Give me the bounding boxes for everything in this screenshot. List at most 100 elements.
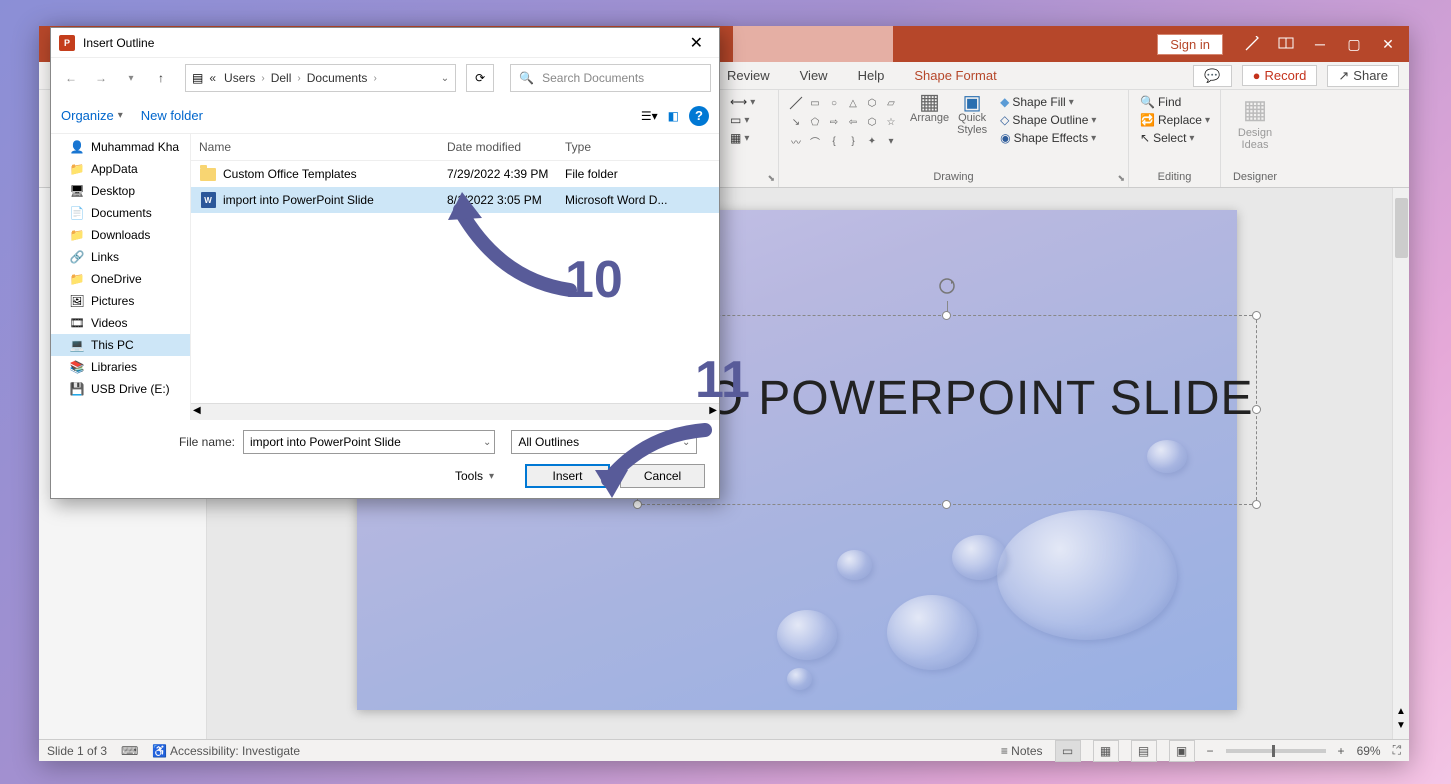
comments-button[interactable]: 💬 — [1193, 65, 1231, 87]
crumb-documents[interactable]: Documents — [305, 71, 370, 85]
slide-title-text[interactable]: NTO POWERPOINT SLIDE — [638, 316, 1256, 426]
shape-fill-button[interactable]: ◆Shape Fill▾ — [997, 94, 1077, 110]
tree-item-muhammad-kha[interactable]: 👤Muhammad Kha — [51, 136, 190, 158]
crumb-prefix[interactable]: « — [207, 71, 218, 85]
cancel-button[interactable]: Cancel — [620, 464, 705, 488]
group-launcher-icon[interactable]: ⬊ — [767, 173, 775, 184]
new-folder-button[interactable]: New folder — [141, 108, 203, 123]
shapes-gallery[interactable]: ▭ ○ △ ⬡ ▱ ↘ ⬠ ⇨ ⇦ ⬡ ☆ 〰 ⌒ { } ✦ ▾ — [787, 94, 900, 150]
crumb-users[interactable]: Users — [222, 71, 257, 85]
cursor-icon: ↖ — [1140, 131, 1150, 145]
col-type[interactable]: Type — [565, 140, 711, 154]
zoom-slider[interactable] — [1226, 749, 1326, 753]
tree-item-pictures[interactable]: 🖼Pictures — [51, 290, 190, 312]
group-launcher-icon[interactable]: ⬊ — [1117, 173, 1125, 184]
draw-mode-icon[interactable] — [1235, 29, 1269, 59]
find-button[interactable]: 🔍Find — [1137, 94, 1184, 110]
tab-view[interactable]: View — [792, 64, 836, 87]
horizontal-scrollbar[interactable]: ◀ ▶ — [191, 403, 719, 420]
designer-label: Designer — [1229, 169, 1281, 183]
tree-item-onedrive[interactable]: 📁OneDrive — [51, 268, 190, 290]
record-button[interactable]: ●Record — [1242, 65, 1318, 86]
normal-view-icon[interactable]: ▭ — [1055, 740, 1081, 762]
reading-view-icon[interactable]: ▤ — [1131, 740, 1157, 762]
help-icon[interactable]: ? — [689, 106, 709, 126]
tools-button[interactable]: Tools ▾ — [455, 469, 494, 483]
dialog-close-icon[interactable]: ✕ — [682, 31, 711, 55]
close-icon[interactable]: ✕ — [1371, 29, 1405, 59]
quick-styles-label: Quick Styles — [957, 112, 987, 136]
select-button[interactable]: ↖Select▾ — [1137, 130, 1197, 146]
search-placeholder: Search Documents — [542, 71, 644, 85]
tree-item-usb-drive-e-[interactable]: 💾USB Drive (E:) — [51, 378, 190, 400]
tab-help[interactable]: Help — [850, 64, 893, 87]
sign-in-button[interactable]: Sign in — [1157, 34, 1223, 55]
tree-item-links[interactable]: 🔗Links — [51, 246, 190, 268]
tree-item-videos[interactable]: 🎞Videos — [51, 312, 190, 334]
breadcrumb[interactable]: ▤ « Users› Dell› Documents› ⌄ — [185, 64, 456, 92]
breadcrumb-overflow-icon[interactable]: ▤ — [192, 71, 203, 85]
vertical-scrollbar[interactable]: ▲▼ — [1392, 188, 1409, 739]
replace-button[interactable]: 🔁Replace▾ — [1137, 112, 1213, 128]
file-list[interactable]: Name Date modified Type Custom Office Te… — [191, 134, 719, 420]
recent-dropdown-icon[interactable]: ▾ — [119, 66, 143, 90]
tab-review[interactable]: Review — [719, 64, 778, 87]
organize-button[interactable]: Organize ▾ — [61, 108, 123, 123]
arrange-label: Arrange — [910, 112, 949, 124]
display-settings-icon[interactable] — [1269, 29, 1303, 59]
tree-item-desktop[interactable]: 🖥Desktop — [51, 180, 190, 202]
file-row[interactable]: Custom Office Templates7/29/2022 4:39 PM… — [191, 161, 719, 187]
shape-effects-button[interactable]: ◉Shape Effects▾ — [997, 130, 1099, 146]
title-text-box[interactable]: NTO POWERPOINT SLIDE — [637, 315, 1257, 505]
search-input[interactable]: 🔍 Search Documents — [510, 64, 711, 92]
smartart-icon[interactable]: ▦ ▾ — [727, 130, 752, 146]
zoom-level[interactable]: 69% — [1357, 744, 1381, 758]
notes-button[interactable]: ≡ Notes — [1001, 744, 1043, 758]
up-icon[interactable]: ↑ — [149, 66, 173, 90]
file-name-input[interactable] — [243, 430, 495, 454]
tree-item-documents[interactable]: 📄Documents — [51, 202, 190, 224]
folder-icon: 📁 — [69, 271, 85, 287]
insert-button[interactable]: Insert — [525, 464, 610, 488]
preview-pane-icon[interactable]: ◧ — [668, 109, 679, 123]
dialog-title-bar[interactable]: P Insert Outline ✕ — [51, 28, 719, 58]
list-header[interactable]: Name Date modified Type — [191, 134, 719, 161]
shape-outline-button[interactable]: ◇Shape Outline▾ — [997, 112, 1099, 128]
col-name[interactable]: Name — [199, 140, 447, 154]
tab-shape-format[interactable]: Shape Format — [906, 64, 1004, 87]
crumb-dell[interactable]: Dell — [269, 71, 294, 85]
quick-styles-icon[interactable]: ▣ — [964, 94, 980, 110]
powerpoint-icon: P — [59, 35, 75, 51]
col-date[interactable]: Date modified — [447, 140, 565, 154]
view-mode-icon[interactable]: ☰▾ — [641, 109, 658, 123]
filename-dropdown-icon[interactable]: ⌄ — [483, 437, 491, 448]
slideshow-view-icon[interactable]: ▣ — [1169, 740, 1195, 762]
file-row[interactable]: Wimport into PowerPoint Slide8/1/2022 3:… — [191, 187, 719, 213]
share-button[interactable]: ↗Share — [1327, 65, 1399, 87]
tree-item-libraries[interactable]: 📚Libraries — [51, 356, 190, 378]
word-icon: W — [199, 191, 217, 209]
breadcrumb-dropdown-icon[interactable]: ⌄ — [441, 73, 449, 84]
maximize-icon[interactable]: ▢ — [1337, 29, 1371, 59]
refresh-icon[interactable]: ⟳ — [466, 64, 494, 92]
spell-check-icon[interactable]: ⌨ — [121, 744, 138, 758]
text-direction-icon[interactable]: ⟷ ▾ — [727, 94, 758, 110]
arrange-icon[interactable]: ▦ — [922, 94, 938, 110]
folder-tree[interactable]: 👤Muhammad Kha📁AppData🖥Desktop📄Documents📁… — [51, 134, 191, 420]
tree-item-this-pc[interactable]: 💻This PC — [51, 334, 190, 356]
zoom-in-icon[interactable]: + — [1338, 744, 1345, 758]
dialog-title: Insert Outline — [83, 36, 154, 50]
design-ideas-icon[interactable]: ▦ — [1243, 94, 1268, 125]
accessibility-button[interactable]: ♿ Accessibility: Investigate — [152, 744, 300, 758]
back-icon[interactable]: ← — [59, 66, 83, 90]
zoom-out-icon[interactable]: − — [1207, 744, 1214, 758]
link-icon: 🔗 — [69, 249, 85, 265]
align-text-icon[interactable]: ▭ ▾ — [727, 112, 752, 128]
tree-item-appdata[interactable]: 📁AppData — [51, 158, 190, 180]
minimize-icon[interactable]: ─ — [1303, 29, 1337, 59]
tree-item-downloads[interactable]: 📁Downloads — [51, 224, 190, 246]
collapse-ribbon-icon[interactable]: ⌃ — [1394, 744, 1403, 757]
file-type-filter[interactable]: All Outlines⌄ — [511, 430, 697, 454]
forward-icon[interactable]: → — [89, 66, 113, 90]
sorter-view-icon[interactable]: ▦ — [1093, 740, 1119, 762]
